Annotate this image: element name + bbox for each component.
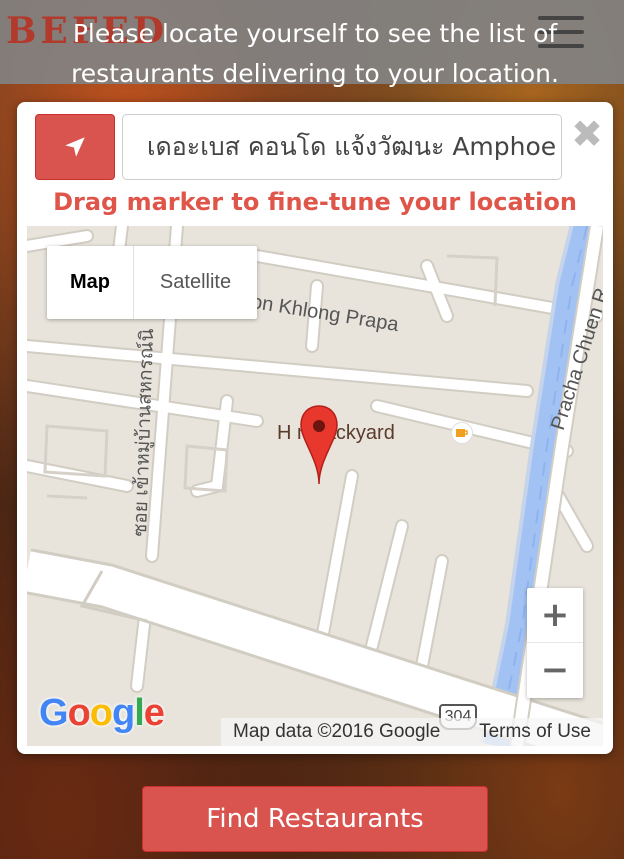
location-marker-icon[interactable] — [299, 404, 339, 486]
terms-of-use-link[interactable]: Terms of Use — [479, 721, 591, 743]
cafe-icon[interactable] — [451, 422, 473, 444]
location-arrow-icon — [65, 137, 85, 157]
locate-prompt: Please locate yourself to see the list o… — [71, 19, 559, 88]
zoom-out-button[interactable]: − — [527, 643, 583, 698]
address-input[interactable]: เดอะเบส คอนโด แจ้งวัฒนะ Amphoe — [122, 114, 562, 180]
map-data-attribution: Map data ©2016 Google — [233, 721, 441, 742]
map-type-control: Map Satellite — [47, 246, 257, 319]
top-bar: BEFED Please locate yourself to see the … — [0, 0, 624, 88]
close-icon[interactable]: ✖ — [567, 114, 607, 154]
map-type-satellite-button[interactable]: Satellite — [134, 246, 257, 319]
google-logo: Google — [39, 692, 165, 734]
location-modal: เดอะเบส คอนโด แจ้งวัฒนะ Amphoe ✖ Drag ma… — [17, 102, 613, 754]
zoom-in-button[interactable]: + — [527, 588, 583, 643]
map-type-map-button[interactable]: Map — [47, 246, 134, 319]
map-canvas[interactable]: on Khlong Prapa Pracha Chuen R ซอย เข้าห… — [27, 226, 603, 746]
drag-hint: Drag marker to fine-tune your location — [53, 188, 577, 216]
find-restaurants-button[interactable]: Find Restaurants — [142, 786, 488, 852]
zoom-control: + − — [527, 588, 583, 698]
locate-me-button[interactable] — [35, 114, 115, 180]
map-attribution: Map data ©2016 Google Terms of Use — [221, 718, 603, 746]
